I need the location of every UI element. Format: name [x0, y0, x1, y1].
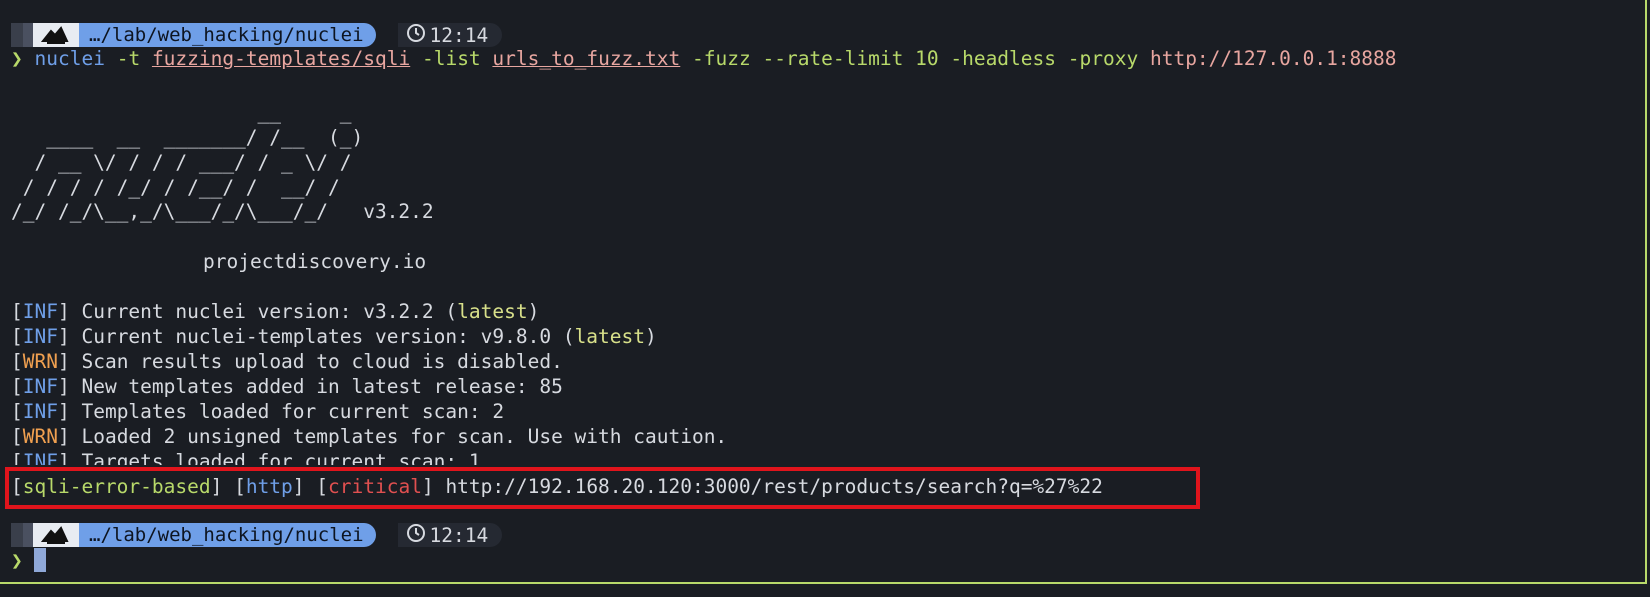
log-line: [WRN] Scan results upload to cloud is di…	[11, 350, 563, 373]
log-level: INF	[22, 450, 58, 465]
log-text: Loaded 2 unsigned templates for scan. Us…	[69, 425, 728, 448]
log-level: WRN	[22, 350, 58, 373]
clock-icon	[406, 523, 426, 548]
command-flag: -headless	[950, 47, 1057, 70]
banner-site: projectdiscovery.io	[203, 250, 427, 273]
log-tag: latest	[574, 325, 646, 348]
prompt-bar: …/lab/web_hacking/nuclei 12:14	[11, 23, 503, 48]
command-flag: -proxy	[1067, 47, 1139, 70]
os-logo-icon	[33, 523, 79, 547]
prompt-time: 12:14	[397, 23, 503, 48]
command-flag: -t	[116, 47, 141, 70]
finding-protocol: http	[245, 475, 293, 498]
prompt-segment-dark	[11, 23, 23, 47]
prompt-path: …/lab/web_hacking/nuclei	[71, 23, 376, 47]
log-text: Current nuclei-templates version: v9.8.0…	[69, 325, 575, 348]
prompt-chevron-icon: ❯	[11, 47, 23, 70]
prompt-bar: …/lab/web_hacking/nuclei 12:14	[11, 523, 503, 548]
command-flag: -fuzz	[692, 47, 751, 70]
finding-template: sqli-error-based	[22, 475, 211, 498]
log-text: Current nuclei version: v3.2.2 (	[69, 300, 458, 323]
prompt-path: …/lab/web_hacking/nuclei	[71, 523, 376, 547]
log-tag: latest	[457, 300, 528, 323]
prompt-time-text: 12:14	[429, 523, 489, 547]
clock-icon	[406, 23, 426, 48]
banner-line: / __ \/ / / / ___/ / _ \/ /	[11, 151, 352, 174]
prompt-chevron-icon: ❯	[11, 549, 23, 572]
log-text: New templates added in latest release: 8…	[69, 375, 563, 398]
prompt-segment-mid	[23, 523, 33, 547]
text-cursor	[34, 548, 46, 572]
banner-line: /_/ /_/\__,_/\___/_/\___/_/ v3.2.2	[11, 200, 434, 223]
finding-line: [sqli-error-based] [http] [critical] htt…	[11, 475, 1103, 498]
log-tail: )	[645, 325, 657, 348]
finding-url[interactable]: http://192.168.20.120:3000/rest/products…	[445, 475, 1102, 498]
command-flag: -list	[421, 47, 481, 70]
banner-line: / / / / /_/ / /__/ / __/ /	[11, 176, 340, 199]
command-list-arg: urls_to_fuzz.txt	[492, 47, 681, 70]
log-line: [WRN] Loaded 2 unsigned templates for sc…	[11, 425, 728, 448]
command-proxy-url: http://127.0.0.1:8888	[1149, 47, 1397, 70]
banner-line: ____ __ _______/ /__ (_)	[11, 126, 364, 149]
prompt-time-text: 12:14	[429, 23, 489, 47]
prompt-segment-dark	[11, 523, 23, 547]
log-level: INF	[22, 325, 58, 348]
log-level: INF	[22, 300, 58, 323]
log-line: [INF] Current nuclei-templates version: …	[11, 325, 657, 348]
log-level: WRN	[22, 425, 58, 448]
input-line[interactable]: ❯	[11, 548, 23, 573]
log-line: [INF] Current nuclei version: v3.2.2 (la…	[11, 300, 540, 323]
log-level: INF	[22, 400, 58, 423]
command-templates-arg: fuzzing-templates/sqli	[151, 47, 411, 70]
command-bin: nuclei	[34, 47, 105, 70]
log-line: [INF] New templates added in latest rele…	[11, 375, 563, 398]
log-text: Scan results upload to cloud is disabled…	[69, 350, 563, 373]
log-text: Templates loaded for current scan: 2	[69, 400, 505, 423]
log-level: INF	[22, 375, 58, 398]
prompt-segment-mid	[23, 23, 33, 47]
prompt-time: 12:14	[397, 523, 503, 548]
os-logo-icon	[33, 23, 79, 47]
terminal-window[interactable]: …/lab/web_hacking/nuclei 12:14 ❯ nuclei …	[0, 0, 1647, 584]
log-line: [INF] Templates loaded for current scan:…	[11, 400, 505, 423]
banner-line: __ _	[11, 101, 352, 124]
command-line: ❯ nuclei -t fuzzing-templates/sqli -list…	[11, 46, 1397, 71]
command-flag: --rate-limit	[762, 47, 904, 70]
log-text: Targets loaded for current scan: 1	[69, 450, 481, 465]
finding-severity: critical	[328, 475, 422, 498]
log-tail: )	[527, 300, 540, 323]
log-line: [INF] Targets loaded for current scan: 1	[11, 449, 481, 465]
command-rate-value: 10	[915, 47, 939, 70]
